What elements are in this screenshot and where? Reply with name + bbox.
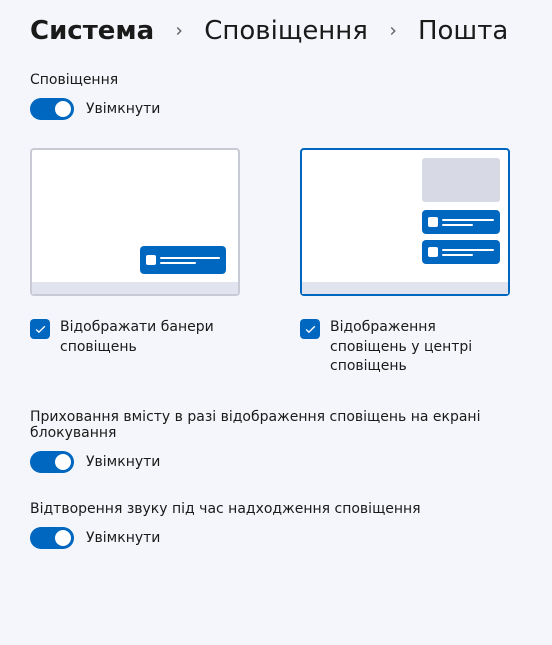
- preview-banner-style[interactable]: [30, 148, 240, 296]
- chevron-right-icon: [172, 24, 186, 38]
- option-row: Відображати банери сповіщень Відображенн…: [30, 318, 522, 377]
- breadcrumb: Система Сповіщення Пошта: [30, 16, 522, 46]
- notifications-label: Сповіщення: [30, 72, 522, 88]
- notifications-toggle[interactable]: [30, 98, 74, 120]
- hide-content-label: Приховання вмісту в разі відображення сп…: [30, 409, 522, 441]
- hide-content-toggle[interactable]: [30, 451, 74, 473]
- play-sound-label: Відтворення звуку під час надходження сп…: [30, 501, 522, 517]
- show-in-center-checkbox[interactable]: [300, 319, 320, 339]
- hide-content-toggle-label: Увімкнути: [86, 454, 160, 470]
- preview-row: [30, 148, 522, 296]
- play-sound-toggle-label: Увімкнути: [86, 530, 160, 546]
- preview-center-style[interactable]: [300, 148, 510, 296]
- show-banners-checkbox[interactable]: [30, 319, 50, 339]
- chevron-right-icon: [386, 24, 400, 38]
- breadcrumb-system[interactable]: Система: [30, 16, 154, 46]
- breadcrumb-notifications[interactable]: Сповіщення: [204, 16, 368, 46]
- play-sound-toggle[interactable]: [30, 527, 74, 549]
- breadcrumb-mail[interactable]: Пошта: [418, 16, 508, 46]
- notifications-toggle-label: Увімкнути: [86, 101, 160, 117]
- show-banners-label: Відображати банери сповіщень: [60, 318, 240, 357]
- show-in-center-label: Відображення сповіщень у центрі сповіщен…: [330, 318, 510, 377]
